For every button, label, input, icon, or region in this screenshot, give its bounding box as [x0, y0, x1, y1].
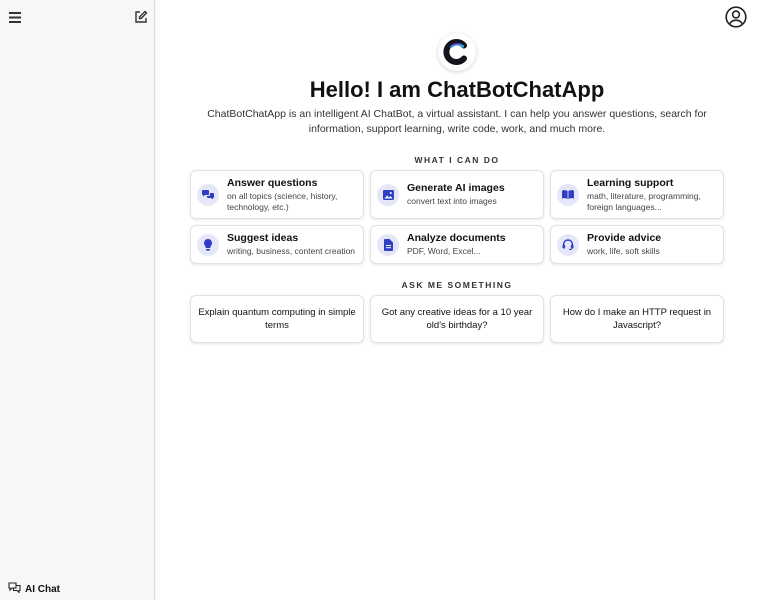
capability-card-answer-questions[interactable]: Answer questions on all topics (science,… — [190, 170, 364, 219]
capability-subtitle: work, life, soft skills — [587, 246, 660, 256]
capability-subtitle: math, literature, programming, foreign l… — [587, 190, 701, 212]
capability-card-generate-images[interactable]: Generate AI images convert text into ima… — [370, 170, 544, 219]
capabilities-heading: WHAT I CAN DO — [414, 155, 500, 165]
capability-subtitle: convert text into images — [407, 196, 497, 206]
prompt-suggestion-birthday[interactable]: Got any creative ideas for a 10 year old… — [370, 295, 544, 343]
capability-title: Generate AI images — [407, 182, 505, 194]
capability-subtitle: on all topics (science, history, technol… — [227, 190, 338, 212]
prompt-suggestion-http-request[interactable]: How do I make an HTTP request in Javascr… — [550, 295, 724, 343]
prompt-suggestion-quantum[interactable]: Explain quantum computing in simple term… — [190, 295, 364, 343]
image-icon — [377, 183, 399, 206]
document-icon — [377, 233, 399, 256]
sidebar: AI Chat — [0, 0, 155, 600]
menu-icon[interactable] — [6, 8, 24, 26]
prompts-heading: ASK ME SOMETHING — [401, 280, 513, 290]
capability-card-provide-advice[interactable]: Provide advice work, life, soft skills — [550, 225, 724, 264]
capability-title: Analyze documents — [407, 232, 506, 244]
capability-title: Suggest ideas — [227, 232, 299, 244]
book-icon — [557, 183, 579, 206]
capability-title: Provide advice — [587, 232, 662, 244]
capability-subtitle: writing, business, content creation — [227, 246, 356, 256]
ai-chat-link[interactable]: AI Chat — [8, 582, 60, 596]
app-logo — [438, 33, 476, 71]
lightbulb-icon — [197, 233, 219, 256]
ai-chat-label: AI Chat — [25, 583, 60, 595]
page-title: Hello! I am ChatBotChatApp — [309, 77, 605, 102]
capability-card-suggest-ideas[interactable]: Suggest ideas writing, business, content… — [190, 225, 364, 264]
main-content: Hello! I am ChatBotChatApp ChatBotChatAp… — [156, 0, 760, 600]
capability-title: Answer questions — [227, 176, 318, 189]
new-chat-icon[interactable] — [132, 8, 150, 26]
chat-icon — [8, 582, 21, 596]
capability-card-learning-support[interactable]: Learning support math, literature, progr… — [550, 170, 724, 219]
capability-title: Learning support — [587, 176, 674, 189]
headset-icon — [557, 233, 579, 256]
app-description: ChatBotChatApp is an intelligent AI Chat… — [207, 108, 707, 135]
chat-bubbles-icon — [197, 183, 219, 206]
capability-card-analyze-documents[interactable]: Analyze documents PDF, Word, Excel... — [370, 225, 544, 264]
capability-subtitle: PDF, Word, Excel... — [407, 246, 481, 256]
